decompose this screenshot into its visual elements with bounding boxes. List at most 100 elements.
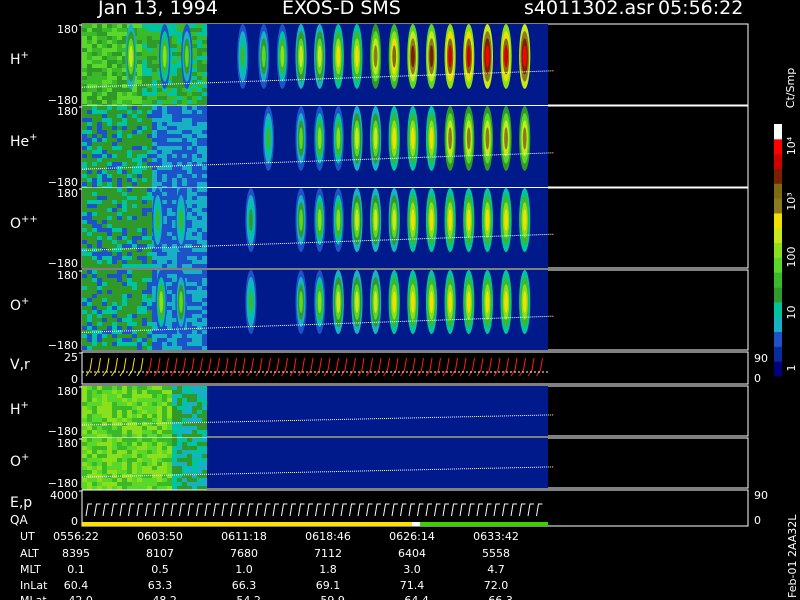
heatmap-cell	[97, 216, 102, 220]
heatmap-cell	[97, 204, 102, 208]
heatmap-cell	[92, 188, 97, 192]
heatmap-cell	[137, 454, 142, 458]
heatmap-cell	[157, 166, 162, 170]
heatmap-cell	[82, 326, 87, 330]
heatmap-cell	[187, 182, 192, 186]
heatmap-cell	[162, 92, 167, 96]
heatmap-cell	[132, 386, 137, 390]
heatmap-cell	[167, 150, 172, 154]
heatmap-cell	[137, 88, 142, 92]
heatmap-cell	[92, 228, 97, 232]
heatmap-cell	[147, 294, 152, 298]
heatmap-cell	[92, 466, 97, 470]
heatmap-cell	[82, 228, 87, 232]
heatmap-cell	[172, 442, 177, 446]
colorbar-tick-label: 1	[785, 365, 798, 372]
heatmap-cell	[162, 338, 167, 342]
heatmap-cell	[102, 192, 107, 196]
heatmap-cell	[197, 220, 202, 224]
heatmap-cell	[117, 270, 122, 274]
heatmap-cell	[187, 426, 192, 430]
heatmap-cell	[202, 406, 207, 410]
heatmap-cell	[92, 256, 97, 260]
heatmap-cell	[167, 270, 172, 274]
heatmap-cell	[92, 264, 97, 268]
heatmap-cell	[192, 278, 197, 282]
heatmap-cell	[127, 286, 132, 290]
heatmap-cell	[147, 470, 152, 474]
heatmap-cell	[177, 446, 182, 450]
heatmap-cell	[87, 274, 92, 278]
heatmap-cell	[112, 158, 117, 162]
heatmap-cell	[102, 204, 107, 208]
heatmap-cell	[197, 346, 202, 350]
heatmap-cell	[172, 252, 177, 256]
heatmap-cell	[132, 318, 137, 322]
heatmap-cell	[137, 426, 142, 430]
heatmap-cell	[172, 278, 177, 282]
heatmap-cell	[92, 72, 97, 76]
heatmap-cell	[142, 386, 147, 390]
heatmap-cell	[92, 224, 97, 228]
heatmap-cell	[127, 118, 132, 122]
heatmap-cell	[142, 264, 147, 268]
heatmap-cell	[112, 178, 117, 182]
heatmap-cell	[182, 466, 187, 470]
heatmap-cell	[102, 200, 107, 204]
heatmap-cell	[117, 216, 122, 220]
heatmap-cell	[112, 48, 117, 52]
heatmap-cell	[87, 28, 92, 32]
heatmap-cell	[97, 122, 102, 126]
heatmap-cell	[192, 290, 197, 294]
heatmap-cell	[152, 318, 157, 322]
heatmap-cell	[127, 196, 132, 200]
heatmap-cell	[192, 394, 197, 398]
heatmap-cell	[177, 462, 182, 466]
heatmap-cell	[97, 330, 102, 334]
heatmap-cell	[102, 182, 107, 186]
heatmap-cell	[122, 334, 127, 338]
heatmap-cell	[87, 450, 92, 454]
heatmap-cell	[192, 174, 197, 178]
heatmap-cell	[157, 84, 162, 88]
count-burst	[317, 45, 322, 68]
heatmap-cell	[147, 322, 152, 326]
heatmap-cell	[147, 240, 152, 244]
heatmap-cell	[182, 178, 187, 182]
heatmap-cell	[157, 426, 162, 430]
heatmap-cell	[132, 454, 137, 458]
heatmap-cell	[142, 64, 147, 68]
colorbar-swatch	[774, 168, 782, 184]
heatmap-cell	[87, 142, 92, 146]
heatmap-cell	[92, 154, 97, 158]
heatmap-cell	[112, 426, 117, 430]
heatmap-cell	[167, 330, 172, 334]
heatmap-cell	[122, 174, 127, 178]
heatmap-cell	[107, 40, 112, 44]
heatmap-cell	[127, 174, 132, 178]
heatmap-cell	[187, 146, 192, 150]
heatmap-cell	[177, 182, 182, 186]
heatmap-cell	[187, 208, 192, 212]
heatmap-cell	[197, 224, 202, 228]
heatmap-cell	[82, 342, 87, 346]
heatmap-cell	[172, 438, 177, 442]
heatmap-cell	[167, 232, 172, 236]
heatmap-cell	[117, 158, 122, 162]
heatmap-cell	[97, 240, 102, 244]
heatmap-cell	[82, 264, 87, 268]
heatmap-cell	[92, 290, 97, 294]
heatmap-cell	[112, 248, 117, 252]
heatmap-cell	[97, 158, 102, 162]
heatmap-cell	[82, 438, 87, 442]
heatmap-cell	[152, 342, 157, 346]
heatmap-cell	[172, 44, 177, 48]
heatmap-cell	[192, 182, 197, 186]
heatmap-cell	[202, 410, 207, 414]
heatmap-cell	[192, 402, 197, 406]
heatmap-cell	[132, 434, 137, 438]
heatmap-cell	[152, 138, 157, 142]
heatmap-cell	[102, 106, 107, 110]
heatmap-cell	[202, 458, 207, 462]
heatmap-cell	[117, 410, 122, 414]
